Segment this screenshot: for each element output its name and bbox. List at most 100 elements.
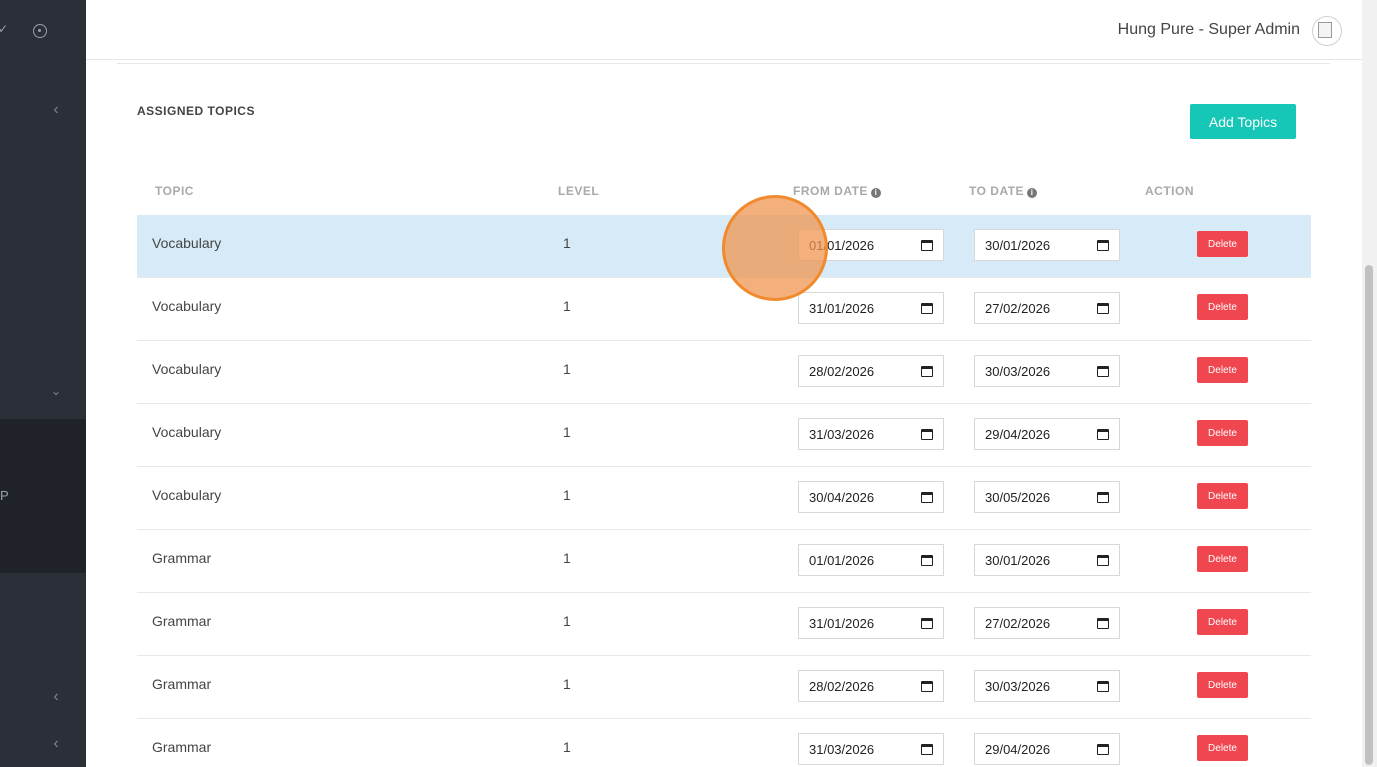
calendar-icon[interactable] bbox=[921, 240, 933, 251]
to-date-input[interactable]: 29/04/2026 bbox=[974, 418, 1120, 450]
clock-icon[interactable] bbox=[33, 24, 47, 38]
level-cell: 1 bbox=[563, 739, 571, 755]
scrollbar[interactable] bbox=[1362, 0, 1377, 767]
click-indicator bbox=[722, 195, 828, 301]
from-date-value: 31/03/2026 bbox=[809, 427, 875, 442]
from-date-input[interactable]: 30/04/2026 bbox=[798, 481, 944, 513]
table-row[interactable]: Grammar 1 28/02/2026 30/03/2026 Delete bbox=[137, 656, 1311, 719]
calendar-icon[interactable] bbox=[921, 429, 933, 440]
to-date-input[interactable]: 29/04/2026 bbox=[974, 733, 1120, 765]
level-cell: 1 bbox=[563, 487, 571, 503]
from-date-input[interactable]: 28/02/2026 bbox=[798, 355, 944, 387]
to-date-value: 29/04/2026 bbox=[985, 427, 1051, 442]
delete-button[interactable]: Delete bbox=[1197, 357, 1248, 383]
delete-button[interactable]: Delete bbox=[1197, 294, 1248, 320]
to-date-input[interactable]: 30/03/2026 bbox=[974, 670, 1120, 702]
delete-button[interactable]: Delete bbox=[1197, 231, 1248, 257]
level-cell: 1 bbox=[563, 361, 571, 377]
calendar-icon[interactable] bbox=[921, 492, 933, 503]
calendar-icon[interactable] bbox=[1097, 492, 1109, 503]
delete-button[interactable]: Delete bbox=[1197, 672, 1248, 698]
divider bbox=[117, 63, 1330, 64]
calendar-icon[interactable] bbox=[1097, 429, 1109, 440]
table-row[interactable]: Vocabulary 1 30/04/2026 30/05/2026 Delete bbox=[137, 467, 1311, 530]
from-date-value: 31/03/2026 bbox=[809, 742, 875, 757]
section-title: ASSIGNED TOPICS bbox=[137, 104, 255, 118]
calendar-icon[interactable] bbox=[921, 366, 933, 377]
from-date-input[interactable]: 31/03/2026 bbox=[798, 418, 944, 450]
to-date-input[interactable]: 30/01/2026 bbox=[974, 229, 1120, 261]
from-date-value: 28/02/2026 bbox=[809, 364, 875, 379]
topic-cell: Vocabulary bbox=[152, 235, 222, 251]
table-row[interactable]: Vocabulary 1 31/03/2026 29/04/2026 Delete bbox=[137, 404, 1311, 467]
calendar-icon[interactable] bbox=[921, 744, 933, 755]
to-date-input[interactable]: 27/02/2026 bbox=[974, 607, 1120, 639]
from-date-value: 28/02/2026 bbox=[809, 679, 875, 694]
add-topics-button[interactable]: Add Topics bbox=[1190, 104, 1296, 139]
info-icon[interactable]: i bbox=[870, 188, 881, 198]
avatar[interactable] bbox=[1312, 16, 1342, 46]
table-row[interactable]: Grammar 1 31/03/2026 29/04/2026 Delete bbox=[137, 719, 1311, 767]
calendar-icon[interactable] bbox=[1097, 618, 1109, 629]
chevron-left-icon[interactable]: ‹ bbox=[48, 689, 64, 705]
from-date-value: 31/01/2026 bbox=[809, 301, 875, 316]
table-header: TOPIC LEVEL FROM DATE i TO DATE i ACTION bbox=[137, 182, 1311, 202]
main-content: Hung Pure - Super Admin ASSIGNED TOPICS … bbox=[86, 0, 1362, 767]
topic-cell: Vocabulary bbox=[152, 361, 222, 377]
delete-button[interactable]: Delete bbox=[1197, 735, 1248, 761]
to-date-value: 30/05/2026 bbox=[985, 490, 1051, 505]
check-icon[interactable]: ✓ bbox=[0, 22, 8, 36]
chevron-down-icon[interactable]: ⌄ bbox=[48, 383, 64, 399]
topic-cell: Vocabulary bbox=[152, 424, 222, 440]
level-cell: 1 bbox=[563, 298, 571, 314]
to-date-value: 30/03/2026 bbox=[985, 364, 1051, 379]
info-icon[interactable]: i bbox=[1027, 188, 1038, 198]
topic-cell: Vocabulary bbox=[152, 487, 222, 503]
to-date-value: 30/03/2026 bbox=[985, 679, 1051, 694]
scrollbar-thumb[interactable] bbox=[1365, 265, 1373, 765]
user-name[interactable]: Hung Pure - Super Admin bbox=[1118, 21, 1300, 39]
to-date-input[interactable]: 30/01/2026 bbox=[974, 544, 1120, 576]
table-row[interactable]: Grammar 1 01/01/2026 30/01/2026 Delete bbox=[137, 530, 1311, 593]
delete-button[interactable]: Delete bbox=[1197, 546, 1248, 572]
table-row[interactable]: Grammar 1 31/01/2026 27/02/2026 Delete bbox=[137, 593, 1311, 656]
calendar-icon[interactable] bbox=[1097, 366, 1109, 377]
topics-table: Vocabulary 1 01/01/2026 30/01/2026 Delete Voc… bbox=[137, 215, 1311, 767]
to-date-input[interactable]: 30/05/2026 bbox=[974, 481, 1120, 513]
topic-cell: Grammar bbox=[152, 613, 212, 629]
level-cell: 1 bbox=[563, 613, 571, 629]
table-row[interactable]: Vocabulary 1 31/01/2026 27/02/2026 Delete bbox=[137, 278, 1311, 341]
calendar-icon[interactable] bbox=[1097, 681, 1109, 692]
from-date-value: 30/04/2026 bbox=[809, 490, 875, 505]
topic-cell: Vocabulary bbox=[152, 298, 222, 314]
calendar-icon[interactable] bbox=[921, 681, 933, 692]
column-header-action: ACTION bbox=[1145, 184, 1194, 198]
from-date-input[interactable]: 28/02/2026 bbox=[798, 670, 944, 702]
calendar-icon[interactable] bbox=[1097, 240, 1109, 251]
chevron-left-icon[interactable]: ‹ bbox=[48, 102, 64, 118]
topic-cell: Grammar bbox=[152, 676, 212, 692]
table-row[interactable]: Vocabulary 1 28/02/2026 30/03/2026 Delete bbox=[137, 341, 1311, 404]
to-date-value: 27/02/2026 bbox=[985, 616, 1051, 631]
calendar-icon[interactable] bbox=[1097, 744, 1109, 755]
sidebar-active-section[interactable] bbox=[0, 419, 86, 573]
delete-button[interactable]: Delete bbox=[1197, 483, 1248, 509]
delete-button[interactable]: Delete bbox=[1197, 420, 1248, 446]
to-date-input[interactable]: 27/02/2026 bbox=[974, 292, 1120, 324]
calendar-icon[interactable] bbox=[921, 555, 933, 566]
from-date-input[interactable]: 31/01/2026 bbox=[798, 292, 944, 324]
calendar-icon[interactable] bbox=[1097, 303, 1109, 314]
sidebar: ✓ ‹ ⌄ P ‹ ‹ bbox=[0, 0, 86, 767]
column-header-to-date: TO DATE i bbox=[969, 184, 1038, 198]
calendar-icon[interactable] bbox=[921, 303, 933, 314]
level-cell: 1 bbox=[563, 676, 571, 692]
sidebar-top-icons: ✓ bbox=[0, 22, 86, 42]
calendar-icon[interactable] bbox=[1097, 555, 1109, 566]
chevron-left-icon[interactable]: ‹ bbox=[48, 736, 64, 752]
from-date-input[interactable]: 31/03/2026 bbox=[798, 733, 944, 765]
to-date-input[interactable]: 30/03/2026 bbox=[974, 355, 1120, 387]
calendar-icon[interactable] bbox=[921, 618, 933, 629]
from-date-input[interactable]: 31/01/2026 bbox=[798, 607, 944, 639]
delete-button[interactable]: Delete bbox=[1197, 609, 1248, 635]
from-date-input[interactable]: 01/01/2026 bbox=[798, 544, 944, 576]
